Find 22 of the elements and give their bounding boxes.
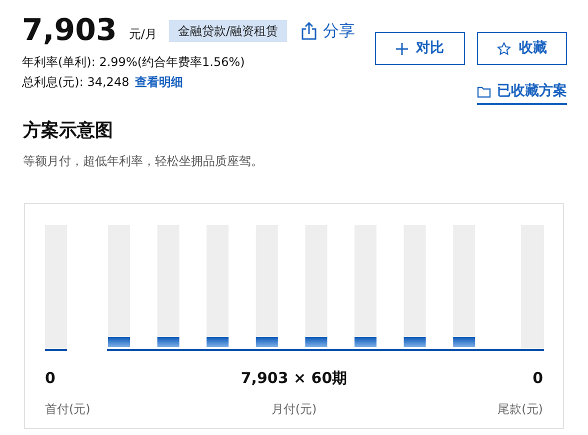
folder-icon	[477, 86, 491, 98]
monthly-price: 7,903	[22, 14, 117, 48]
section-title: 方案示意图	[23, 119, 114, 143]
plus-icon	[396, 42, 408, 54]
payment-label: 首付(元)	[45, 400, 90, 418]
section-subtitle: 等额月付，超低年利率，轻松坐拥品质座驾。	[23, 153, 264, 170]
share-icon	[301, 22, 317, 40]
interest-rate-text: 年利率(单利): 2.99%(约合年费率1.56%)	[22, 54, 246, 71]
share-button[interactable]: 分享	[301, 19, 355, 43]
finance-tag: 金融贷款/融资租赁	[168, 20, 287, 42]
payment-amount: 0	[532, 368, 543, 389]
payment-label: 月付(元)	[271, 400, 317, 418]
payment-label: 尾款(元)	[498, 400, 543, 418]
compare-button[interactable]: 对比	[375, 32, 465, 65]
price-unit: 元/月	[128, 26, 157, 43]
payment-amount: 7,903 × 60期	[240, 368, 348, 389]
star-icon	[497, 42, 511, 56]
total-interest-text: 总利息(元): 34,248	[22, 74, 130, 91]
view-details-link[interactable]: 查看明细	[135, 73, 184, 91]
saved-plans-link[interactable]: 已收藏方案	[477, 81, 567, 105]
favorite-button[interactable]: 收藏	[477, 32, 567, 65]
payment-amount: 0	[45, 368, 56, 389]
